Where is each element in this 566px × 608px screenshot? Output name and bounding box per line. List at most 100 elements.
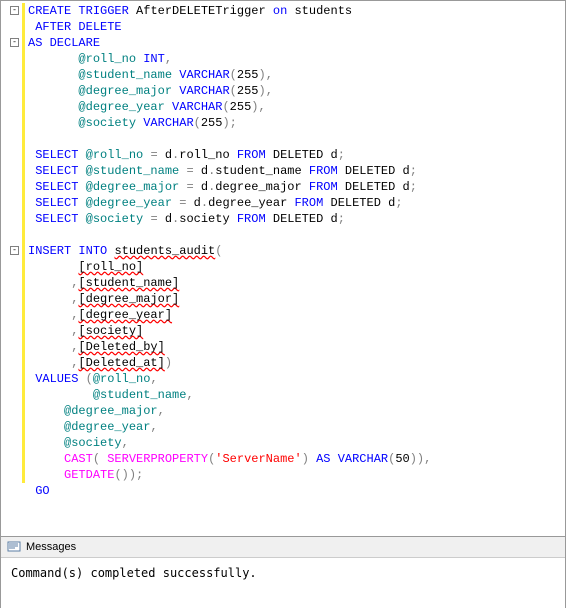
code-token: @degree_year (86, 196, 172, 210)
code-token: on (273, 4, 287, 18)
code-token: INT (143, 52, 165, 66)
code-token: SELECT (35, 148, 78, 162)
code-token: ; (410, 164, 417, 178)
code-line[interactable] (22, 131, 565, 147)
code-line[interactable]: @degree_major, (22, 403, 565, 419)
code-token: INTO (78, 244, 107, 258)
code-line[interactable]: ,[Deleted_by] (22, 339, 565, 355)
code-line[interactable]: VALUES (@roll_no, (22, 371, 565, 387)
code-token: @society (78, 116, 136, 130)
code-token (331, 452, 338, 466)
code-line[interactable]: @roll_no INT, (22, 51, 565, 67)
code-line[interactable]: @student_name, (22, 387, 565, 403)
messages-tab[interactable]: Messages (1, 537, 565, 558)
code-line[interactable] (22, 227, 565, 243)
code-token: VARCHAR (179, 84, 229, 98)
code-line[interactable]: -INSERT INTO students_audit( (22, 243, 565, 259)
messages-tab-label: Messages (26, 541, 76, 553)
code-token: d (158, 212, 172, 226)
code-token: 50 (395, 452, 409, 466)
code-line[interactable]: @degree_major VARCHAR(255), (22, 83, 565, 99)
code-token: @degree_major (86, 180, 180, 194)
code-token: ; (338, 212, 345, 226)
code-line[interactable]: AFTER DELETE (22, 19, 565, 35)
code-token: students_audit (114, 244, 215, 258)
code-line[interactable]: @degree_year, (22, 419, 565, 435)
messages-body: Command(s) completed successfully. (1, 558, 565, 588)
messages-pane: Messages Command(s) completed successful… (1, 536, 565, 608)
code-line[interactable]: SELECT @society = d.society FROM DELETED… (22, 211, 565, 227)
code-token (28, 292, 71, 306)
code-token: @degree_major (64, 404, 158, 418)
code-token: d (186, 196, 200, 210)
code-token (28, 68, 78, 82)
code-token: ( (230, 68, 237, 82)
code-token: VARCHAR (338, 452, 388, 466)
fold-toggle-icon[interactable]: - (10, 246, 19, 255)
code-line[interactable]: @society VARCHAR(255); (22, 115, 565, 131)
code-line[interactable]: GO (22, 483, 565, 499)
code-token: FROM (309, 180, 338, 194)
code-token: DELETED d (266, 148, 338, 162)
code-token: roll_no (179, 148, 237, 162)
code-line[interactable]: SELECT @degree_major = d.degree_major FR… (22, 179, 565, 195)
code-line[interactable]: ,[society] (22, 323, 565, 339)
code-line[interactable]: ,[Deleted_at]) (22, 355, 565, 371)
code-token: DELETED d (323, 196, 395, 210)
code-token: [Deleted_by] (78, 340, 164, 354)
code-token: FROM (237, 212, 266, 226)
code-token: society (179, 212, 237, 226)
code-token (28, 116, 78, 130)
code-token: , (424, 452, 431, 466)
code-token (28, 52, 78, 66)
code-token: 'ServerName' (215, 452, 301, 466)
fold-toggle-icon[interactable]: - (10, 6, 19, 15)
code-token: ( (86, 372, 93, 386)
code-token: DELETE (78, 20, 121, 34)
code-line[interactable]: CAST( SERVERPROPERTY('ServerName') AS VA… (22, 451, 565, 467)
code-token: ()); (114, 468, 143, 482)
code-token (28, 100, 78, 114)
code-line[interactable]: -AS DECLARE (22, 35, 565, 51)
code-token: ( (215, 244, 222, 258)
code-editor-pane[interactable]: -CREATE TRIGGER AfterDELETETrigger on st… (1, 1, 565, 536)
fold-toggle-icon[interactable]: - (10, 38, 19, 47)
code-token: CREATE (28, 4, 71, 18)
code-token: SELECT (35, 212, 78, 226)
code-token: @student_name (86, 164, 180, 178)
code-token: INSERT (28, 244, 71, 258)
code-line[interactable]: ,[degree_year] (22, 307, 565, 323)
code-token: @roll_no (86, 148, 144, 162)
code-line[interactable]: SELECT @roll_no = d.roll_no FROM DELETED… (22, 147, 565, 163)
code-token: CAST (64, 452, 93, 466)
code-token (28, 308, 71, 322)
code-token: student_name (215, 164, 309, 178)
code-token: ) (258, 84, 265, 98)
code-token (78, 148, 85, 162)
code-token: VALUES (35, 372, 78, 386)
code-token: DELETED d (338, 180, 410, 194)
code-line[interactable]: ,[student_name] (22, 275, 565, 291)
code-token: @society (64, 436, 122, 450)
code-token (28, 452, 64, 466)
code-area[interactable]: -CREATE TRIGGER AfterDELETETrigger on st… (22, 1, 565, 499)
code-line[interactable]: SELECT @degree_year = d.degree_year FROM… (22, 195, 565, 211)
code-token: 255 (237, 68, 259, 82)
code-line[interactable]: ,[degree_major] (22, 291, 565, 307)
code-line[interactable]: @degree_year VARCHAR(255), (22, 99, 565, 115)
code-token (42, 36, 49, 50)
code-token: SELECT (35, 180, 78, 194)
code-token: ; (338, 148, 345, 162)
code-line[interactable]: SELECT @student_name = d.student_name FR… (22, 163, 565, 179)
code-line[interactable]: @student_name VARCHAR(255), (22, 67, 565, 83)
code-token: = (186, 164, 193, 178)
code-token (28, 468, 64, 482)
code-line[interactable]: GETDATE()); (22, 467, 565, 483)
code-line[interactable]: [roll_no] (22, 259, 565, 275)
code-line[interactable]: -CREATE TRIGGER AfterDELETETrigger on st… (22, 3, 565, 19)
code-token (78, 164, 85, 178)
code-token: [roll_no] (78, 260, 143, 274)
code-token (78, 196, 85, 210)
code-token: @degree_year (64, 420, 150, 434)
code-line[interactable]: @society, (22, 435, 565, 451)
